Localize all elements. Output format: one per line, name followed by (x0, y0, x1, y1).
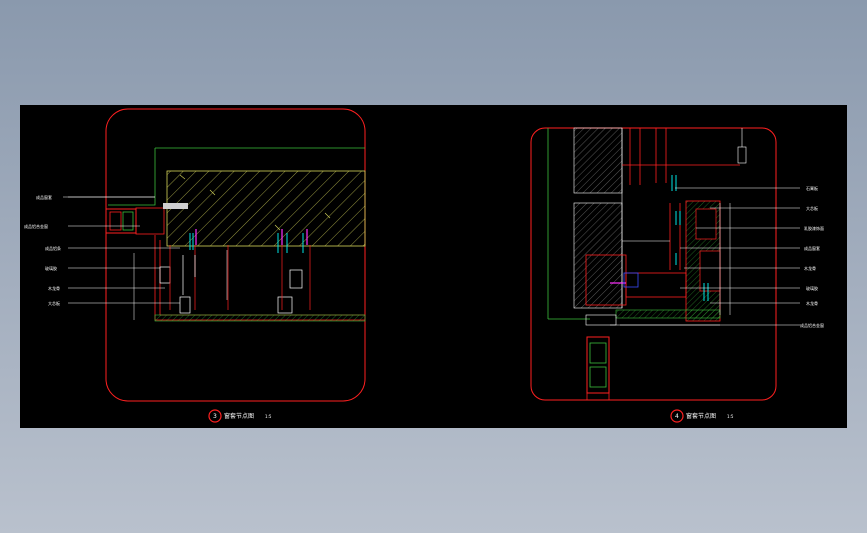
label-1: 成品窗套 (36, 194, 52, 200)
drawing-title: 窗套节点图 (224, 412, 254, 420)
detail-number: 3 (213, 413, 217, 420)
label-3: 乳胶漆饰面 (804, 225, 824, 231)
drawing-scale: 1:5 (727, 414, 734, 419)
label-6: 大芯板 (48, 300, 60, 306)
label-2: 成品铝合金窗 (24, 223, 48, 229)
wall-section (573, 127, 623, 194)
label-5: 木龙骨 (804, 265, 816, 271)
drawing-window-detail-4: 石膏板 大芯板 乳胶漆饰面 成品窗套 木龙骨 玻璃胶 木龙骨 成品铝合金窗 4 … (530, 127, 824, 423)
drawing-frame (530, 127, 777, 401)
label-3: 成品铝条 (45, 245, 61, 251)
concrete-wall (166, 170, 366, 247)
label-4: 玻璃胶 (45, 265, 57, 271)
detail-number: 4 (675, 413, 679, 420)
label-4: 成品窗套 (804, 245, 820, 251)
label-2: 大芯板 (806, 205, 818, 211)
label-5: 木龙骨 (48, 285, 60, 291)
drawing-scale: 1:5 (265, 414, 272, 419)
cad-drawing-canvas: 成品窗套 成品铝合金窗 成品铝条 玻璃胶 木龙骨 大芯板 3 窗套节点图 1:5 (24, 108, 824, 423)
label-8: 成品铝合金窗 (800, 322, 824, 328)
label-6: 玻璃胶 (806, 285, 818, 291)
drawing-window-detail-3: 成品窗套 成品铝合金窗 成品铝条 玻璃胶 木龙骨 大芯板 3 窗套节点图 1:5 (24, 108, 366, 423)
drawing-title: 窗套节点图 (686, 412, 716, 420)
label-7: 木龙骨 (806, 300, 818, 306)
label-1: 石膏板 (806, 185, 818, 191)
drawing-frame (105, 108, 366, 402)
cad-drawing-viewport[interactable]: 成品窗套 成品铝合金窗 成品铝条 玻璃胶 木龙骨 大芯板 3 窗套节点图 1:5 (20, 105, 847, 428)
